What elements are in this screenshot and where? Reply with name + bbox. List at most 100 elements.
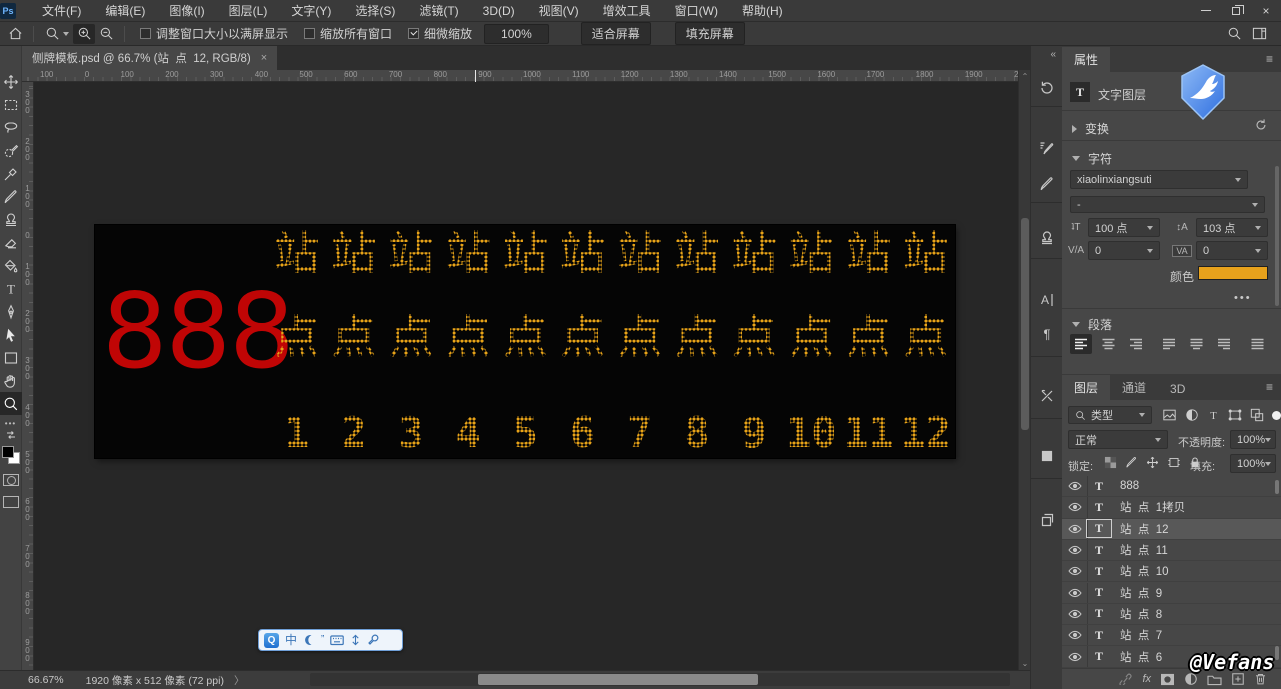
- document-tab[interactable]: 侧牌模板.psd @ 66.7% (站 点 12, RGB/8) ×: [22, 46, 277, 70]
- menu-item[interactable]: 文字(Y): [279, 0, 343, 22]
- filter-type-layers-icon[interactable]: T: [1207, 408, 1220, 422]
- layer-name[interactable]: 站 点 9: [1120, 585, 1162, 601]
- layer-name[interactable]: 888: [1120, 480, 1139, 492]
- horizontal-ruler[interactable]: 1000100200300400500600700800900100011001…: [22, 70, 1018, 82]
- swap-colors-icon[interactable]: [5, 430, 17, 440]
- layer-row[interactable]: T 站 点 10: [1062, 561, 1281, 582]
- layer-thumb-type-icon[interactable]: T: [1088, 649, 1110, 664]
- tab-3d[interactable]: 3D: [1158, 378, 1197, 400]
- lock-pixels-icon[interactable]: [1125, 456, 1138, 469]
- libraries-panel-icon[interactable]: [1037, 510, 1057, 530]
- status-arrow-icon[interactable]: 〉: [234, 673, 245, 688]
- add-mask-icon[interactable]: [1160, 673, 1175, 686]
- tab-channels[interactable]: 通道: [1110, 375, 1158, 400]
- layer-visibility-eye-icon[interactable]: [1062, 561, 1088, 581]
- resize-windows-checkbox[interactable]: 调整窗口大小以满屏显示: [140, 25, 288, 42]
- menu-item[interactable]: 增效工具: [591, 0, 663, 22]
- zoom-in-icon[interactable]: [73, 24, 95, 44]
- layer-name[interactable]: 站 点 1拷贝: [1120, 499, 1185, 515]
- minimize-button[interactable]: [1191, 0, 1221, 21]
- type-tool[interactable]: T: [0, 277, 22, 300]
- panel-menu-icon[interactable]: ≡: [1266, 52, 1273, 66]
- align-right-button[interactable]: [1124, 334, 1146, 354]
- layer-row-selected[interactable]: T 站 点 12: [1062, 519, 1281, 540]
- ime-keyboard-icon[interactable]: [330, 635, 344, 646]
- layers-scrollbar-down[interactable]: [1275, 646, 1279, 660]
- pen-tool[interactable]: [0, 300, 22, 323]
- character-panel-icon[interactable]: A: [1037, 290, 1057, 310]
- checkbox-icon[interactable]: [304, 28, 315, 39]
- menu-item[interactable]: 图层(L): [217, 0, 280, 22]
- quick-mask-button[interactable]: [3, 474, 19, 486]
- tool-presets-panel-icon[interactable]: [1037, 386, 1057, 406]
- font-family-select[interactable]: xiaolinxiangsuti: [1070, 170, 1248, 189]
- delete-layer-icon[interactable]: [1254, 672, 1267, 686]
- lock-artboard-icon[interactable]: [1167, 456, 1181, 469]
- zoom-percent-field[interactable]: 100%: [484, 24, 549, 44]
- fill-screen-button[interactable]: 填充屏幕: [675, 22, 745, 45]
- layer-row[interactable]: T 站 点 7: [1062, 625, 1281, 646]
- checkbox-icon[interactable]: [140, 28, 151, 39]
- lock-position-icon[interactable]: [1146, 456, 1159, 469]
- layer-row[interactable]: T 888: [1062, 476, 1281, 497]
- transform-section-header[interactable]: 变换: [1072, 120, 1109, 137]
- move-tool[interactable]: [0, 70, 22, 93]
- link-layers-icon[interactable]: [1118, 673, 1133, 685]
- paragraph-section-header[interactable]: 段落: [1072, 316, 1112, 333]
- lasso-tool[interactable]: [0, 116, 22, 139]
- history-panel-icon[interactable]: [1037, 78, 1057, 98]
- more-options-icon[interactable]: •••: [1234, 292, 1252, 304]
- clone-stamp-tool[interactable]: [0, 208, 22, 231]
- character-section-header[interactable]: 字符: [1072, 150, 1112, 167]
- leading-field[interactable]: 103 点: [1196, 218, 1268, 237]
- layer-row[interactable]: T 站 点 8: [1062, 604, 1281, 625]
- ime-split-icon[interactable]: [350, 634, 361, 646]
- align-center-button[interactable]: [1097, 334, 1119, 354]
- search-icon[interactable]: [1227, 26, 1242, 41]
- workspace-switcher-icon[interactable]: [1252, 26, 1267, 41]
- layer-thumb-type-icon[interactable]: T: [1088, 628, 1110, 643]
- ime-logo-icon[interactable]: Q: [264, 633, 279, 648]
- zoom-tool[interactable]: [0, 392, 22, 415]
- path-selection-tool[interactable]: [0, 323, 22, 346]
- menu-item[interactable]: 文件(F): [30, 0, 93, 22]
- layer-name[interactable]: 站 点 10: [1120, 563, 1169, 579]
- ime-fullhalf-icon[interactable]: [303, 634, 315, 646]
- layer-name[interactable]: 站 点 11: [1120, 542, 1168, 558]
- new-layer-icon[interactable]: [1231, 672, 1245, 686]
- menu-item[interactable]: 窗口(W): [663, 0, 730, 22]
- scrubby-zoom-checkbox[interactable]: 细微缩放: [408, 25, 472, 42]
- layer-thumb-type-icon[interactable]: T: [1088, 479, 1110, 494]
- ime-punctuation-toggle[interactable]: ”: [321, 630, 324, 650]
- clone-source-panel-icon[interactable]: [1037, 228, 1057, 248]
- filter-pixel-layers-icon[interactable]: [1162, 408, 1177, 422]
- eraser-tool[interactable]: [0, 231, 22, 254]
- filter-shape-layers-icon[interactable]: [1228, 408, 1242, 422]
- layer-row[interactable]: T 站 点 1拷贝: [1062, 497, 1281, 518]
- vertical-ruler[interactable]: 3002001000100200300400500600700800900: [22, 82, 34, 670]
- hand-tool[interactable]: [0, 369, 22, 392]
- layer-visibility-eye-icon[interactable]: [1062, 583, 1088, 603]
- justify-all-button[interactable]: [1246, 334, 1268, 354]
- eyedropper-tool[interactable]: [0, 162, 22, 185]
- justify-last-right-button[interactable]: [1212, 334, 1234, 354]
- foreground-background-colors[interactable]: [2, 446, 20, 464]
- add-adjustment-icon[interactable]: [1184, 672, 1198, 686]
- canvas-horizontal-scrollbar[interactable]: [310, 673, 1010, 686]
- font-size-field[interactable]: 100 点: [1088, 218, 1160, 237]
- opacity-field[interactable]: 100%: [1230, 430, 1276, 449]
- fit-screen-button[interactable]: 适合屏幕: [581, 22, 651, 45]
- layer-thumb-type-icon[interactable]: T: [1088, 521, 1110, 536]
- reset-transform-icon[interactable]: [1254, 118, 1268, 132]
- layer-thumb-type-icon[interactable]: T: [1088, 543, 1110, 558]
- brushes-panel-icon[interactable]: [1037, 174, 1057, 194]
- layer-thumb-type-icon[interactable]: T: [1088, 585, 1110, 600]
- layer-thumb-type-icon[interactable]: T: [1088, 564, 1110, 579]
- filter-smart-objects-icon[interactable]: [1250, 408, 1264, 422]
- font-style-select[interactable]: -: [1070, 196, 1265, 213]
- tracking-field[interactable]: 0: [1196, 241, 1268, 260]
- paragraph-panel-icon[interactable]: ¶: [1037, 324, 1057, 344]
- brush-tool[interactable]: [0, 185, 22, 208]
- fill-field[interactable]: 100%: [1230, 454, 1276, 473]
- menu-item[interactable]: 选择(S): [343, 0, 407, 22]
